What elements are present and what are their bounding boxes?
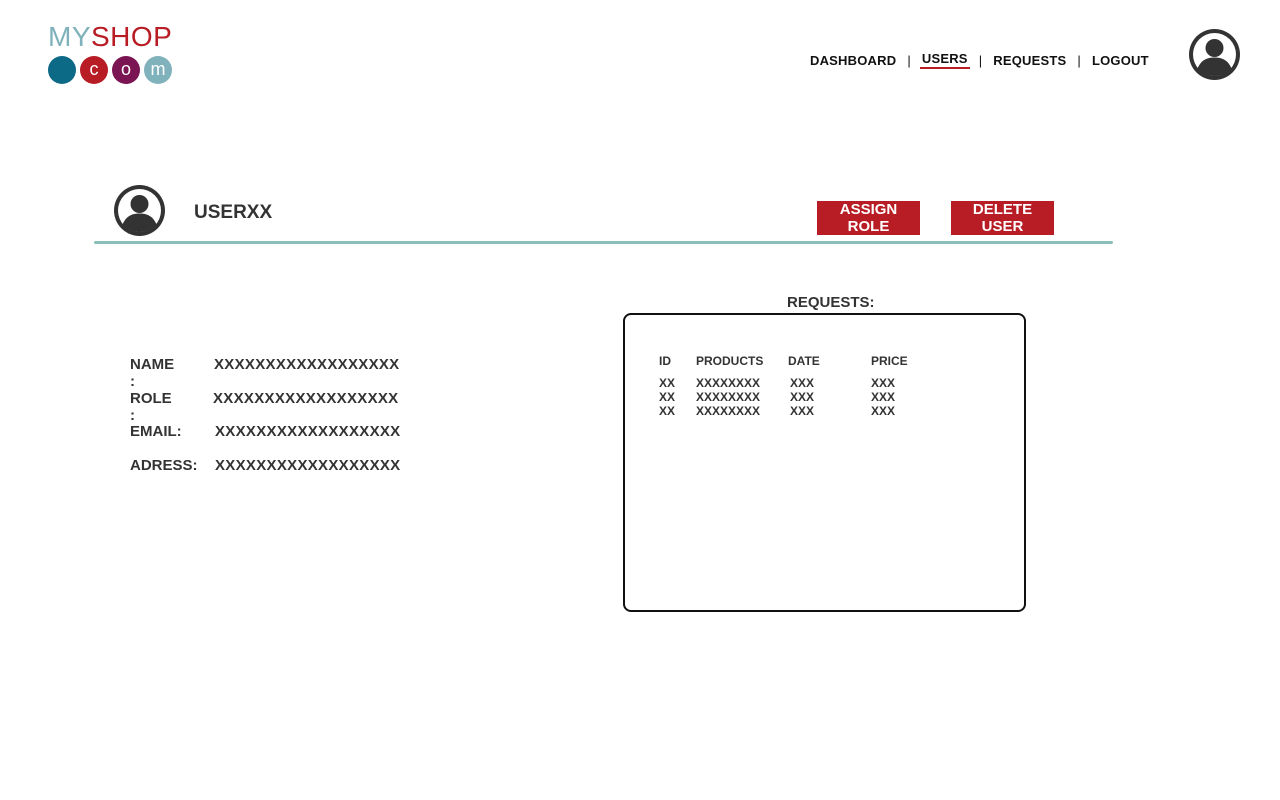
user-name: USERXX — [194, 202, 273, 223]
cell-date: XXX — [790, 376, 815, 390]
assign-role-button[interactable]: ASSIGN ROLE — [817, 201, 920, 235]
header-divider — [94, 241, 1113, 244]
cell-date: XXX — [790, 390, 815, 404]
column-header-id: ID — [659, 354, 671, 368]
top-nav: DASHBOARD | USERS | REQUESTS | LOGOUT — [808, 51, 1151, 69]
column-header-date: DATE — [788, 354, 820, 368]
brand-logo[interactable]: MYSHOP c o m — [48, 22, 178, 86]
cell-id: XX — [659, 404, 676, 418]
nav-requests[interactable]: REQUESTS — [991, 53, 1068, 68]
brand-my: MY — [48, 21, 91, 52]
detail-label: EMAIL: — [130, 423, 182, 440]
table-row[interactable]: XX XXXXXXXX XXX XXX — [625, 390, 1024, 404]
brand-dot-o: o — [112, 56, 140, 84]
cell-id: XX — [659, 376, 676, 390]
brand-wordmark: MYSHOP — [48, 22, 172, 52]
nav-users[interactable]: USERS — [919, 51, 970, 69]
cell-id: XX — [659, 390, 676, 404]
brand-dot-m: m — [144, 56, 172, 84]
column-header-price: PRICE — [871, 354, 908, 368]
table-row[interactable]: XX XXXXXXXX XXX XXX — [625, 404, 1024, 418]
nav-separator: | — [1077, 52, 1081, 68]
detail-label: ADRESS: — [130, 456, 198, 474]
brand-dot-c: c — [80, 56, 108, 84]
brand-shop: SHOP — [91, 21, 173, 52]
column-header-products: PRODUCTS — [696, 354, 764, 368]
delete-user-button[interactable]: DELETE USER — [951, 201, 1054, 235]
brand-dots: c o m — [48, 56, 172, 84]
detail-value: XXXXXXXXXXXXXXXXXX — [214, 356, 400, 373]
cell-price: XXX — [871, 404, 896, 418]
detail-label: ROLE : — [130, 389, 172, 424]
brand-dot-1 — [48, 56, 76, 84]
requests-title: REQUESTS: — [787, 294, 875, 311]
user-avatar-icon — [114, 185, 165, 236]
nav-logout[interactable]: LOGOUT — [1090, 53, 1151, 68]
cell-price: XXX — [871, 390, 896, 404]
cell-products: XXXXXXXX — [696, 404, 761, 418]
table-row[interactable]: XX XXXXXXXX XXX XXX — [625, 376, 1024, 390]
requests-table: ID PRODUCTS DATE PRICE XX XXXXXXXX XXX X… — [623, 313, 1026, 612]
cell-products: XXXXXXXX — [696, 376, 761, 390]
user-header: USERXX ASSIGN ROLE DELETE USER — [94, 184, 1114, 246]
detail-value: XXXXXXXXXXXXXXXXXX — [213, 389, 399, 407]
account-avatar-icon[interactable] — [1189, 29, 1240, 80]
detail-label: NAME : — [130, 356, 175, 390]
cell-date: XXX — [790, 404, 815, 418]
nav-dashboard[interactable]: DASHBOARD — [808, 53, 898, 68]
nav-separator: | — [978, 52, 983, 68]
cell-products: XXXXXXXX — [696, 390, 761, 404]
cell-price: XXX — [871, 376, 896, 390]
detail-value: XXXXXXXXXXXXXXXXXX — [215, 456, 401, 474]
nav-separator: | — [907, 52, 911, 68]
detail-value: XXXXXXXXXXXXXXXXXX — [215, 423, 401, 440]
